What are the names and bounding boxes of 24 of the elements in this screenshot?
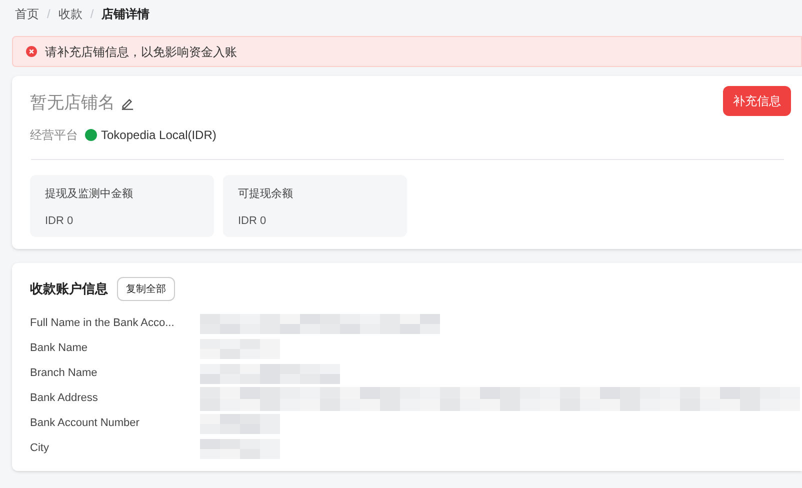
shop-name: 暂无店铺名 <box>30 92 115 114</box>
field-label: Bank Account Number <box>30 416 140 432</box>
field-label: Bank Name <box>30 341 88 356</box>
field-label: Full Name in the Bank Acco... <box>30 316 176 332</box>
balance-label: 可提现余额 <box>238 186 294 202</box>
breadcrumb-item[interactable]: 收款 <box>58 5 82 23</box>
supplement-info-button[interactable]: 补充信息 <box>723 86 791 116</box>
balance-value: IDR 0 <box>238 214 268 228</box>
balance-value: IDR 0 <box>45 214 74 228</box>
field-label: City <box>30 441 50 456</box>
field-label: Bank Address <box>30 391 99 406</box>
breadcrumb-item: 店铺详情 <box>102 6 150 23</box>
breadcrumb-separator: / <box>47 6 50 23</box>
alert-message: 请补充店铺信息，以免影响资金入账 <box>45 44 237 60</box>
breadcrumb-item[interactable]: 首页 <box>15 5 39 23</box>
balance-label: 提现及监测中金额 <box>45 186 134 202</box>
breadcrumb-separator: / <box>90 6 94 23</box>
error-icon <box>26 46 37 57</box>
pencil-icon[interactable] <box>121 96 134 110</box>
section-title: 收款账户信息 <box>30 280 108 298</box>
platform-label: 经营平台 <box>30 127 78 144</box>
copy-all-button[interactable]: 复制全部 <box>117 277 175 301</box>
field-label: Branch Name <box>30 366 98 382</box>
platform-name: Tokopedia Local(IDR) <box>101 127 216 144</box>
